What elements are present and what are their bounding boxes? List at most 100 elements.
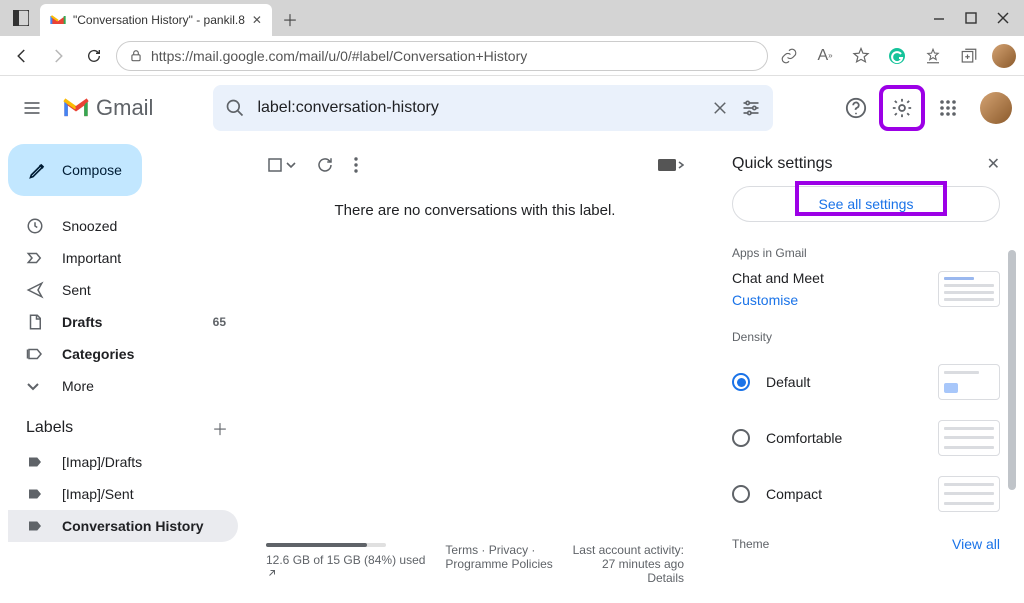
density-label: Comfortable bbox=[766, 430, 842, 446]
label-item[interactable]: [Imap]/Drafts bbox=[8, 446, 238, 478]
sidebar-item-label: Important bbox=[62, 250, 121, 266]
quick-settings-title: Quick settings bbox=[732, 155, 832, 173]
search-icon[interactable] bbox=[225, 98, 245, 118]
customise-link[interactable]: Customise bbox=[732, 292, 824, 308]
back-button[interactable] bbox=[8, 42, 36, 70]
window-minimize-icon[interactable] bbox=[932, 11, 946, 25]
gmail-m-icon bbox=[62, 97, 90, 119]
sidebar-item-label: Categories bbox=[62, 346, 134, 362]
chat-meet-label: Chat and Meet bbox=[732, 270, 824, 286]
labels-header: Labels ＋ bbox=[8, 402, 248, 446]
read-aloud-icon[interactable]: A» bbox=[812, 43, 838, 69]
sidebar-item-label: Snoozed bbox=[62, 218, 117, 234]
density-section-title: Density bbox=[732, 330, 1000, 344]
radio-icon bbox=[732, 429, 750, 447]
collections-icon[interactable] bbox=[956, 43, 982, 69]
label-text: [Imap]/Sent bbox=[62, 486, 134, 502]
main-menu-icon[interactable] bbox=[12, 88, 52, 128]
favorites-bar-icon[interactable] bbox=[920, 43, 946, 69]
search-options-icon[interactable] bbox=[741, 98, 761, 118]
link-icon[interactable] bbox=[776, 43, 802, 69]
address-bar: https://mail.google.com/mail/u/0/#label/… bbox=[0, 36, 1024, 76]
gmail-brand-text: Gmail bbox=[96, 95, 153, 121]
close-quick-settings-icon[interactable]: ✕ bbox=[987, 154, 1000, 174]
empty-message: There are no conversations with this lab… bbox=[248, 184, 702, 237]
label-text: [Imap]/Drafts bbox=[62, 454, 142, 470]
quick-settings-panel: Quick settings ✕ See all settings Apps i… bbox=[716, 140, 1016, 595]
pencil-icon bbox=[28, 160, 48, 180]
label-icon bbox=[26, 485, 46, 503]
settings-icon[interactable] bbox=[882, 88, 922, 128]
sidebar-item-sent[interactable]: Sent bbox=[8, 274, 238, 306]
labels-title: Labels bbox=[26, 419, 73, 437]
tabbar-app-icon[interactable] bbox=[6, 3, 36, 33]
sidebar-item-drafts[interactable]: Drafts 65 bbox=[8, 306, 238, 338]
label-icon bbox=[26, 517, 46, 535]
see-all-settings-button[interactable]: See all settings bbox=[732, 186, 1000, 222]
label-item[interactable]: [Imap]/Sent bbox=[8, 478, 238, 510]
account-avatar[interactable] bbox=[980, 92, 1012, 124]
window-controls bbox=[932, 11, 1024, 25]
gmail-logo[interactable]: Gmail bbox=[62, 95, 153, 121]
sidebar-item-label: More bbox=[62, 378, 94, 394]
lock-icon bbox=[129, 49, 143, 63]
favorite-icon[interactable] bbox=[848, 43, 874, 69]
add-label-icon[interactable]: ＋ bbox=[212, 416, 228, 440]
compose-label: Compose bbox=[62, 162, 122, 178]
browser-tab[interactable]: "Conversation History" - pankil.8 ✕ bbox=[40, 4, 272, 36]
grammarly-icon[interactable] bbox=[884, 43, 910, 69]
sidebar-item-important[interactable]: Important bbox=[8, 242, 238, 274]
storage-text: 12.6 GB of 15 GB (84%) used bbox=[266, 553, 425, 567]
density-option-default[interactable]: Default bbox=[732, 354, 1000, 410]
draft-icon bbox=[26, 313, 46, 331]
apps-section-title: Apps in Gmail bbox=[732, 246, 1000, 260]
scrollbar[interactable] bbox=[1008, 250, 1016, 490]
label-text: Conversation History bbox=[62, 518, 204, 534]
sidebar-item-more[interactable]: More bbox=[8, 370, 238, 402]
gmail-header: Gmail bbox=[0, 76, 1024, 140]
label-icon bbox=[26, 453, 46, 471]
new-tab-button[interactable]: ＋ bbox=[275, 4, 305, 34]
apps-grid-icon[interactable] bbox=[928, 88, 968, 128]
clock-icon bbox=[26, 217, 46, 235]
input-tools-icon[interactable] bbox=[658, 158, 684, 172]
compose-button[interactable]: Compose bbox=[8, 144, 142, 196]
window-close-icon[interactable] bbox=[996, 11, 1010, 25]
select-all-checkbox[interactable] bbox=[266, 156, 296, 174]
clear-search-icon[interactable] bbox=[711, 99, 729, 117]
more-actions-icon[interactable] bbox=[354, 157, 358, 173]
density-label: Default bbox=[766, 374, 810, 390]
sidebar-badge: 65 bbox=[213, 315, 226, 329]
sidebar-item-label: Drafts bbox=[62, 314, 102, 330]
details-link[interactable]: Details bbox=[573, 571, 684, 585]
density-preview bbox=[938, 420, 1000, 456]
refresh-button[interactable] bbox=[80, 42, 108, 70]
radio-icon bbox=[732, 485, 750, 503]
refresh-icon[interactable] bbox=[316, 156, 334, 174]
support-icon[interactable] bbox=[836, 88, 876, 128]
url-box[interactable]: https://mail.google.com/mail/u/0/#label/… bbox=[116, 41, 768, 71]
sidebar-item-categories[interactable]: Categories bbox=[8, 338, 238, 370]
footer-links[interactable]: Terms · Privacy · Programme Policies bbox=[445, 543, 558, 571]
search-box[interactable] bbox=[213, 85, 773, 131]
open-storage-icon[interactable] bbox=[266, 567, 431, 579]
window-maximize-icon[interactable] bbox=[964, 11, 978, 25]
radio-icon bbox=[732, 373, 750, 391]
sidebar: Compose Snoozed Important Sent Drafts 65… bbox=[0, 140, 248, 603]
more-icon bbox=[26, 379, 46, 393]
send-icon bbox=[26, 281, 46, 299]
mail-toolbar bbox=[248, 150, 702, 184]
label-item[interactable]: Conversation History bbox=[8, 510, 238, 542]
mail-panel: There are no conversations with this lab… bbox=[248, 140, 702, 595]
gmail-favicon bbox=[50, 12, 66, 28]
density-option-compact[interactable]: Compact bbox=[732, 466, 1000, 522]
tab-close-icon[interactable]: ✕ bbox=[252, 13, 262, 27]
density-option-comfortable[interactable]: Comfortable bbox=[732, 410, 1000, 466]
sidebar-item-snoozed[interactable]: Snoozed bbox=[8, 210, 238, 242]
browser-profile-avatar[interactable] bbox=[992, 44, 1016, 68]
storage-info[interactable]: 12.6 GB of 15 GB (84%) used bbox=[266, 543, 431, 579]
search-input[interactable] bbox=[257, 99, 699, 117]
theme-section-title: Theme bbox=[732, 537, 769, 551]
url-text: https://mail.google.com/mail/u/0/#label/… bbox=[151, 48, 755, 64]
view-all-themes-link[interactable]: View all bbox=[952, 536, 1000, 552]
